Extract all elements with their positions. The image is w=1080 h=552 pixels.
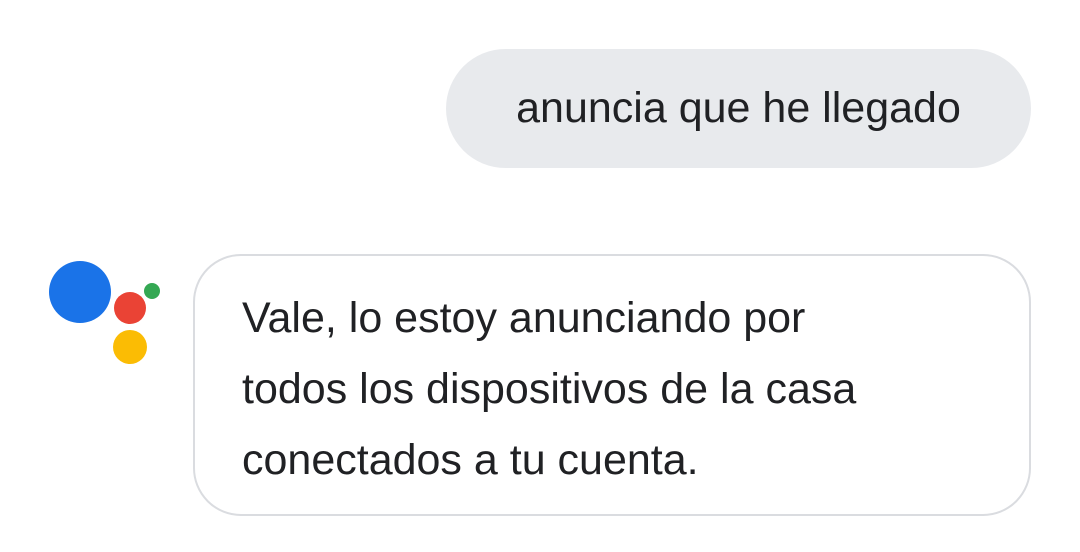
google-assistant-icon [46, 258, 166, 368]
assistant-message-line-3: conectados a tu cuenta. [242, 436, 699, 484]
assistant-message-line-2: todos los dispositivos de la casa [242, 365, 857, 413]
assistant-logo-yellow-dot [113, 330, 147, 364]
assistant-logo-red-dot [114, 292, 146, 324]
assistant-message-line-1: Vale, lo estoy anunciando por [242, 294, 806, 342]
assistant-logo-green-dot [144, 283, 160, 299]
assistant-message-bubble: Vale, lo estoy anunciando por todos los … [193, 254, 1031, 516]
user-message-text: anuncia que he llegado [516, 84, 961, 132]
user-message-bubble: anuncia que he llegado [446, 49, 1031, 168]
assistant-logo-blue-dot [49, 261, 111, 323]
